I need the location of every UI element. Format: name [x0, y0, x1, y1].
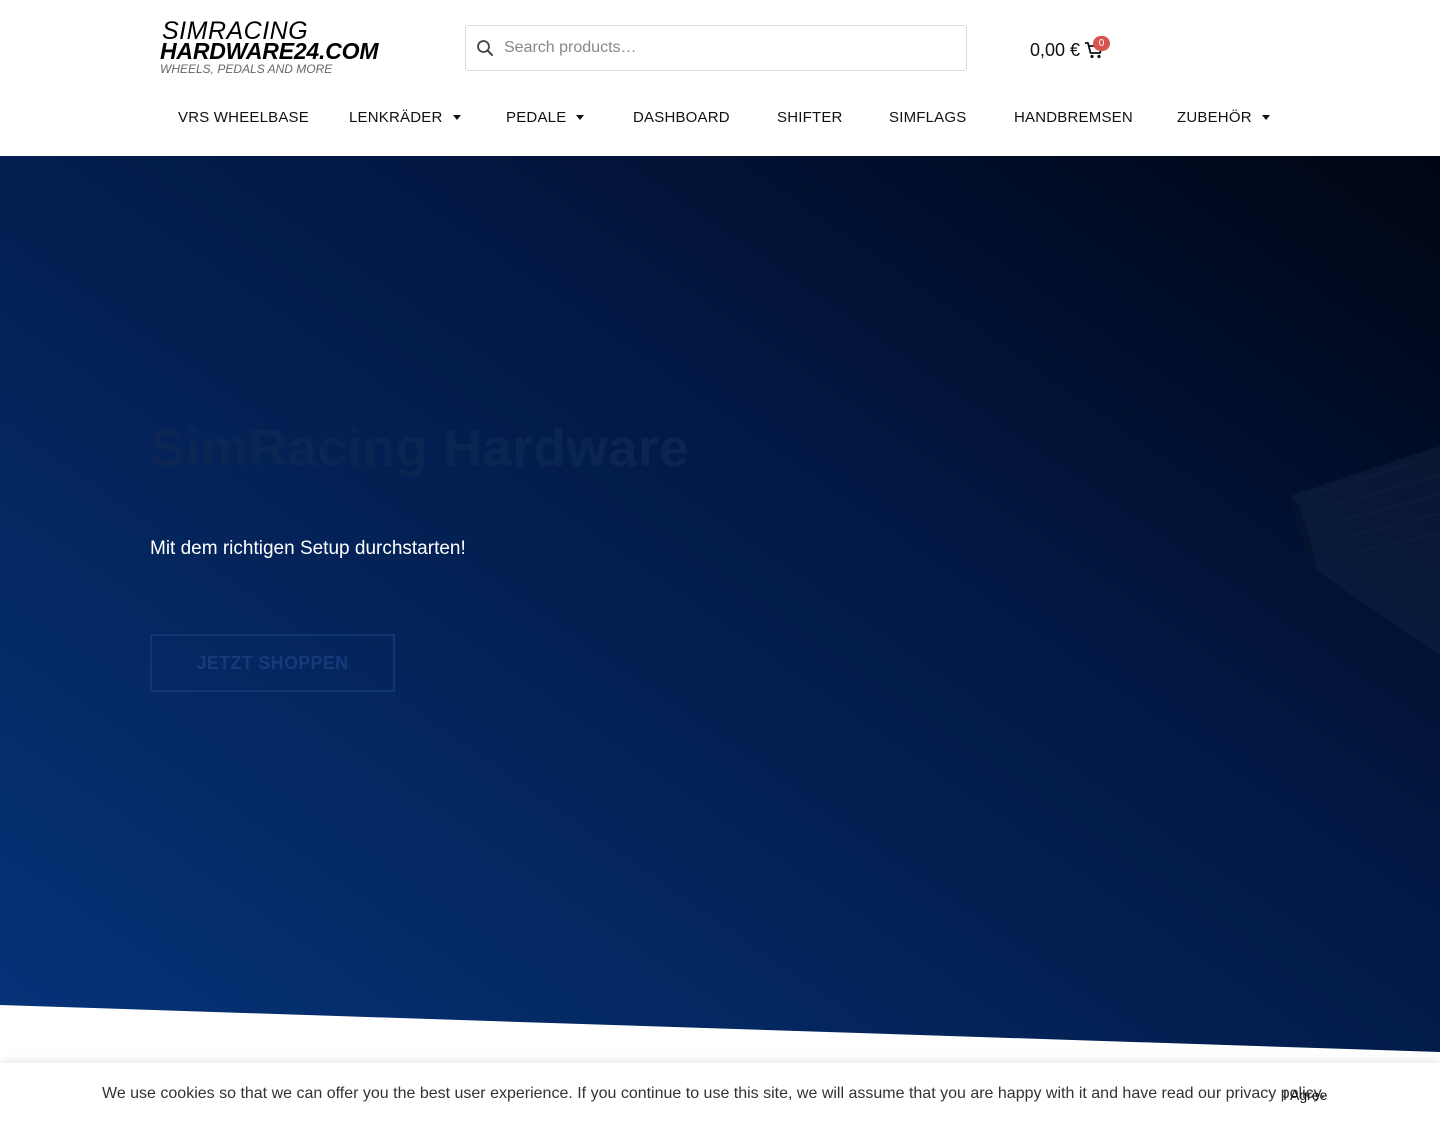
logo-tagline: WHEELS, PEDALS AND MORE — [160, 62, 333, 76]
site-header: SIMRACING HARDWARE24.COM WHEELS, PEDALS … — [0, 0, 1440, 156]
nav-item-label: ZUBEHÖR — [1177, 108, 1252, 126]
cookie-notice-text: We use cookies so that we can offer you … — [102, 1085, 1325, 1102]
nav-item-label: SHIFTER — [777, 108, 843, 126]
nav-item-dashboard[interactable]: DASHBOARD — [633, 100, 730, 134]
nav-item-zubehoer[interactable]: ZUBEHÖR — [1177, 100, 1270, 134]
search-input[interactable] — [504, 26, 959, 70]
logo-line-2: HARDWARE24.COM — [160, 38, 379, 64]
nav-item-label: LENKRÄDER — [349, 108, 443, 126]
chevron-down-icon[interactable] — [452, 114, 461, 120]
nav-item-pedale[interactable]: PEDALE — [506, 100, 585, 134]
search-icon[interactable] — [476, 39, 494, 57]
nav-item-vrs-wheelbase[interactable]: VRS WHEELBASE — [178, 100, 309, 134]
product-search — [465, 25, 967, 71]
cart-count-badge: 0 — [1093, 36, 1110, 51]
product-image — [1290, 446, 1440, 656]
hero-subtitle: Mit dem richtigen Setup durchstarten! — [150, 538, 466, 559]
hero-bottom-divider — [0, 1005, 1440, 1053]
nav-item-simflags[interactable]: SIMFLAGS — [889, 100, 966, 134]
nav-item-label: SIMFLAGS — [889, 108, 967, 126]
nav-item-lenkraeder[interactable]: LENKRÄDER — [349, 100, 461, 134]
cookie-notice: We use cookies so that we can offer you … — [0, 1063, 1440, 1123]
chevron-down-icon[interactable] — [1261, 114, 1270, 120]
nav-item-label: PEDALE — [506, 108, 567, 126]
hero-title: SimRacing Hardware — [150, 419, 690, 478]
nav-item-shifter[interactable]: SHIFTER — [777, 100, 843, 134]
nav-item-label: HANDBREMSEN — [1014, 108, 1133, 126]
main-navigation: VRS WHEELBASE LENKRÄDER PEDALE DASHBOARD… — [0, 100, 1440, 134]
cookie-agree-button[interactable]: I Agree — [1283, 1087, 1327, 1103]
cart-total: 0,00 € — [1030, 39, 1081, 60]
shop-now-button[interactable]: JETZT SHOPPEN — [150, 634, 395, 692]
nav-item-handbremsen[interactable]: HANDBREMSEN — [1014, 100, 1133, 134]
site-logo[interactable]: SIMRACING HARDWARE24.COM WHEELS, PEDALS … — [160, 18, 378, 78]
chevron-down-icon[interactable] — [576, 114, 585, 120]
hero-banner: SimRacing Hardware Mit dem richtigen Set… — [0, 156, 1440, 1053]
nav-item-label: VRS WHEELBASE — [178, 108, 309, 126]
nav-item-label: DASHBOARD — [633, 108, 730, 126]
